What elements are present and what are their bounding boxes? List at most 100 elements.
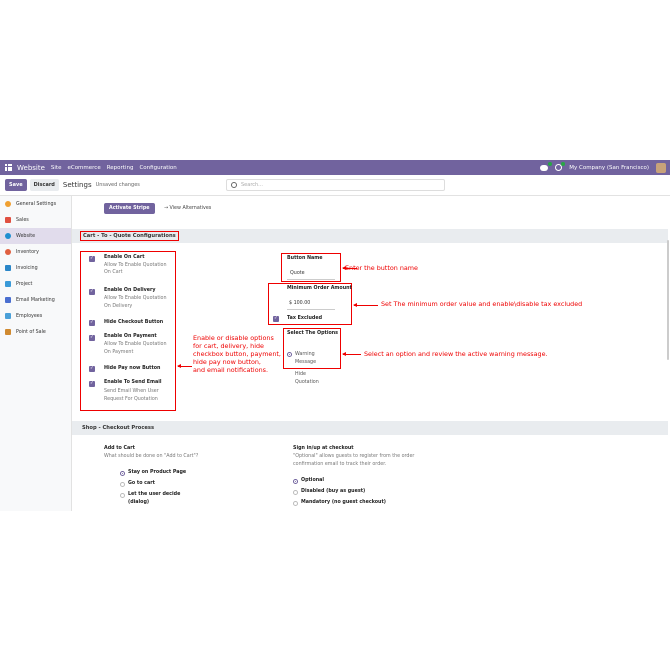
scrollbar[interactable]: [667, 240, 669, 360]
enable-on-cart-checkbox[interactable]: [89, 256, 95, 262]
general-settings-icon: [5, 201, 11, 207]
go-to-cart-label: Go to cart: [128, 481, 155, 486]
inventory-icon: [5, 249, 11, 255]
annotation-select: Select an option and review the active w…: [364, 350, 548, 358]
shop-section-title: Shop - Checkout Process: [82, 425, 155, 431]
min-order-input[interactable]: $ 100.00: [289, 301, 310, 306]
optional-label: Optional: [301, 478, 325, 483]
menu-reporting[interactable]: Reporting: [107, 165, 134, 171]
project-check-icon: [5, 281, 11, 287]
enable-on-payment-checkbox[interactable]: [89, 335, 95, 341]
let-user-decide-label: Let the user decide: [128, 492, 181, 497]
app-brand[interactable]: Website: [17, 164, 45, 172]
tax-excluded-checkbox[interactable]: [273, 316, 279, 322]
option-description: Allow To Enable Quotation: [104, 296, 167, 301]
annotation-arrow: [342, 352, 361, 356]
cart-section-title: Cart - To - Quote Configurations: [80, 231, 179, 241]
menu-ecommerce[interactable]: eCommerce: [67, 165, 100, 171]
add-to-cart-desc: What should be done on "Add to Cart"?: [104, 454, 199, 459]
options-highlight-box: [80, 251, 176, 411]
chat-icon[interactable]: [540, 161, 553, 171]
disabled-guest-label: Disabled (buy as guest): [301, 489, 366, 494]
hide-checkout-button-label: Hide Checkout Button: [104, 320, 164, 325]
section-header-shop-checkout: Shop - Checkout Process: [72, 421, 668, 435]
option-description: Allow To Enable Quotation: [104, 342, 167, 347]
option-description: On Cart: [104, 270, 123, 275]
option-description: Send Email When User: [104, 389, 159, 394]
mandatory-label: Mandatory (no guest checkout): [301, 500, 386, 505]
unsaved-status: Unsaved changes: [95, 182, 140, 188]
top-navbar: Website Site eCommerce Reporting Configu…: [0, 160, 670, 175]
sidebar-item-general-settings[interactable]: General Settings: [0, 196, 71, 212]
sidebar-item-sales[interactable]: Sales: [0, 212, 71, 228]
signin-desc: confirmation email to track their order.: [293, 462, 387, 467]
search-input[interactable]: Search...: [226, 179, 445, 191]
menu-configuration[interactable]: Configuration: [139, 165, 176, 171]
select-options-label: Select The Options: [287, 331, 339, 336]
enable-on-cart-label: Enable On Cart: [104, 255, 145, 260]
enable-to-send-email-label: Enable To Send Email: [104, 380, 162, 385]
enable-on-payment-label: Enable On Payment: [104, 334, 157, 339]
employees-icon: [5, 313, 11, 319]
sidebar-item-label: Inventory: [16, 249, 39, 255]
sidebar-item-label: Project: [16, 281, 33, 287]
sidebar-item-label: Point of Sale: [16, 329, 46, 335]
save-button[interactable]: Save: [5, 179, 27, 191]
go-to-cart-radio[interactable]: [120, 482, 125, 487]
sidebar-item-label: Email Marketing: [16, 297, 55, 303]
sidebar-item-point-of-sale[interactable]: Point of Sale: [0, 324, 71, 340]
control-panel: Save Discard Settings Unsaved changes Se…: [0, 175, 670, 196]
warning-message-radio[interactable]: [287, 352, 292, 357]
website-globe-icon: [5, 233, 11, 239]
annotation-arrow: [353, 303, 378, 307]
annotation-min-order: Set The minimum order value and enable\d…: [381, 300, 583, 308]
stay-on-product-label: Stay on Product Page: [128, 470, 187, 475]
sidebar-item-email-marketing[interactable]: Email Marketing: [0, 292, 71, 308]
annotation-options: Enable or disable options for cart, deli…: [193, 334, 281, 374]
option-description: On Delivery: [104, 304, 133, 309]
sales-icon: [5, 217, 11, 223]
view-alternatives-link[interactable]: → View Alternatives: [164, 206, 211, 211]
let-user-decide-radio[interactable]: [120, 493, 125, 498]
tax-excluded-label: Tax Excluded: [287, 316, 323, 321]
apps-menu-icon[interactable]: [5, 164, 12, 171]
optional-radio[interactable]: [293, 479, 298, 484]
annotation-arrow: [177, 364, 192, 368]
enable-on-delivery-label: Enable On Delivery: [104, 288, 156, 293]
sidebar-item-inventory[interactable]: Inventory: [0, 244, 71, 260]
discard-button[interactable]: Discard: [29, 179, 59, 191]
min-order-label: Minimum Order Amount: [287, 286, 352, 291]
hide-checkout-button-checkbox[interactable]: [89, 320, 95, 326]
stay-on-product-radio[interactable]: [120, 471, 125, 476]
page-title: Settings: [62, 181, 92, 189]
button-name-input[interactable]: Quote: [290, 271, 305, 276]
sidebar-item-label: Invoicing: [16, 265, 38, 271]
option-description: Request For Quotation: [104, 397, 158, 402]
option-hide-quotation-label: Quotation: [295, 380, 319, 385]
company-switcher[interactable]: My Company (San Francisco): [569, 165, 649, 171]
sidebar-item-label: Website: [16, 233, 36, 239]
option-hide-quotation-label[interactable]: Hide: [295, 371, 306, 379]
sidebar-item-employees[interactable]: Employees: [0, 308, 71, 324]
email-marketing-icon: [5, 297, 11, 303]
avatar[interactable]: [656, 162, 666, 173]
menu-site[interactable]: Site: [51, 165, 62, 171]
hide-pay-now-button-checkbox[interactable]: [89, 366, 95, 372]
activate-stripe-button[interactable]: Activate Stripe: [104, 203, 155, 214]
sidebar-item-website[interactable]: Website: [0, 228, 71, 244]
enable-to-send-email-checkbox[interactable]: [89, 381, 95, 387]
point-of-sale-icon: [5, 329, 11, 335]
sidebar-item-invoicing[interactable]: Invoicing: [0, 260, 71, 276]
mandatory-radio[interactable]: [293, 501, 298, 506]
annotation-button-name: Enter the button name: [345, 264, 418, 272]
invoicing-icon: [5, 265, 11, 271]
hide-pay-now-button-label: Hide Pay now Button: [104, 366, 161, 371]
disabled-guest-radio[interactable]: [293, 490, 298, 495]
sidebar-item-label: Sales: [16, 217, 29, 223]
add-to-cart-title: Add to Cart: [104, 446, 135, 451]
enable-on-delivery-checkbox[interactable]: [89, 289, 95, 295]
signin-desc: "Optional" allows guests to register fro…: [293, 454, 415, 459]
activity-clock-icon[interactable]: [555, 162, 566, 171]
option-warning-label: Message: [295, 360, 317, 365]
sidebar-item-project[interactable]: Project: [0, 276, 71, 292]
